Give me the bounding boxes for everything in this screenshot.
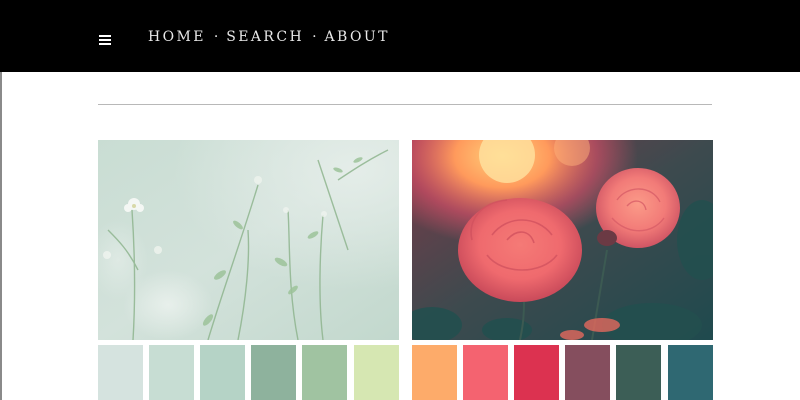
nav-separator: · (213, 29, 219, 45)
main-nav: HOME · SEARCH · ABOUT (148, 29, 390, 45)
nav-link-search[interactable]: SEARCH (226, 29, 304, 45)
color-swatch[interactable] (98, 345, 143, 400)
color-palette-left (98, 345, 399, 400)
color-swatch[interactable] (354, 345, 399, 400)
roses-photo[interactable] (412, 140, 713, 340)
page-left-edge (0, 72, 2, 400)
color-swatch[interactable] (149, 345, 194, 400)
color-swatch[interactable] (200, 345, 245, 400)
color-swatch[interactable] (668, 345, 713, 400)
top-navigation-bar: HOME · SEARCH · ABOUT (0, 0, 800, 72)
color-swatch[interactable] (463, 345, 508, 400)
nav-link-about[interactable]: ABOUT (325, 29, 390, 45)
color-swatch[interactable] (565, 345, 610, 400)
nav-separator: · (312, 29, 317, 45)
color-swatch[interactable] (412, 345, 457, 400)
color-swatch[interactable] (514, 345, 559, 400)
hamburger-menu-icon[interactable] (99, 35, 113, 45)
color-swatch[interactable] (251, 345, 296, 400)
wildflowers-photo[interactable] (98, 140, 399, 340)
color-swatch[interactable] (616, 345, 661, 400)
content-divider (98, 104, 712, 105)
color-swatch[interactable] (302, 345, 347, 400)
color-palette-right (412, 345, 713, 400)
nav-link-home[interactable]: HOME (148, 29, 206, 45)
